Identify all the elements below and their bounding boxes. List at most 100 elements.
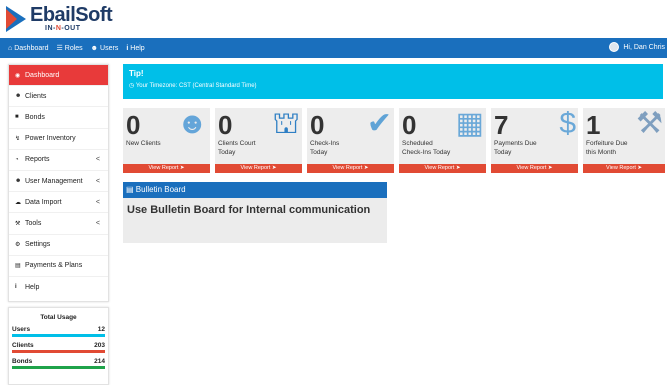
brand-subtitle: IN-N-OUT <box>45 25 81 32</box>
dashboard-icon: ◉ <box>15 72 21 79</box>
tile-value: 0 <box>402 110 417 140</box>
list-icon: ☰ <box>56 45 63 52</box>
view-report-button[interactable]: View Report ➤ <box>491 164 578 173</box>
chevron-left-icon: < <box>95 156 100 164</box>
usage-title: Total Usage <box>40 314 77 321</box>
usage-row-users: Users 12 <box>12 326 105 333</box>
tile-new-clients: 0 New Clients ☻ <box>123 108 210 164</box>
sidebar-item-help[interactable]: i Help <box>9 277 108 298</box>
sidebar-item-power-inventory[interactable]: ↯ Power Inventory <box>9 129 108 150</box>
usage-value: 12 <box>97 326 105 333</box>
tile-value: 7 <box>494 110 509 140</box>
users-group-icon: ☻ <box>176 107 208 140</box>
sidebar-item-user-management[interactable]: ☻ User Management < <box>9 171 108 193</box>
sidebar-item-tools[interactable]: ⚒ Tools < <box>9 213 108 235</box>
home-icon: ⌂ <box>8 44 13 52</box>
users-icon: ☻ <box>90 44 99 52</box>
user-group-icon: ☻ <box>15 178 22 185</box>
tip-banner: Tip! ◷ Your Timezone: CST (Central Stand… <box>123 64 663 99</box>
usage-bar-clients <box>12 350 105 353</box>
sidebar-item-dashboard[interactable]: ◉ Dashboard <box>9 65 108 87</box>
nav-label: Users <box>100 44 119 52</box>
nav-label: Roles <box>64 44 83 52</box>
bulletin-icon: ▤ <box>126 185 134 194</box>
tip-title: Tip! <box>129 69 144 78</box>
sidebar-item-data-import[interactable]: ☁ Data Import < <box>9 192 108 214</box>
brand-logo-icon <box>6 6 26 32</box>
bolt-icon: ↯ <box>15 136 21 143</box>
tile-label: Payments Due Today <box>494 140 537 156</box>
calendar-icon: ▦ <box>455 107 484 140</box>
info-icon: i <box>126 44 129 52</box>
arrow-right-icon: ➤ <box>637 165 642 171</box>
tile-value: 0 <box>310 110 325 140</box>
sidebar-item-bonds[interactable]: ■ Bonds <box>9 107 108 129</box>
brand-name: EbailSoft <box>30 4 113 26</box>
user-menu[interactable]: Hi, Dan Chris <box>609 42 665 52</box>
sidebar-item-label: Data Import <box>25 198 62 206</box>
user-greeting: Hi, Dan Chris <box>623 43 665 51</box>
tile-payments-due: 7 Payments Due Today $ <box>491 108 578 164</box>
view-report-button[interactable]: View Report ➤ <box>215 164 302 173</box>
tile-label: Check-Ins Today <box>310 140 340 156</box>
usage-label: Clients <box>12 342 34 349</box>
sidebar-item-label: Power Inventory <box>25 135 76 143</box>
tile-value: 0 <box>126 110 141 140</box>
usage-bar-bonds <box>12 366 105 369</box>
sidebar-item-payments[interactable]: ▤ Payments & Plans <box>9 256 108 277</box>
bulletin-board-header: ▤ Bulletin Board <box>123 182 387 198</box>
sidebar-item-reports[interactable]: ◔ Reports < <box>9 150 108 171</box>
sidebar-item-settings[interactable]: ⚙ Settings <box>9 235 108 256</box>
usage-value: 214 <box>94 358 105 365</box>
total-usage-panel: Total Usage Users 12 Clients 203 Bonds 2… <box>8 307 109 385</box>
usage-label: Users <box>12 326 31 333</box>
chevron-left-icon: < <box>95 198 100 206</box>
tile-check-ins: 0 Check-Ins Today ✔ <box>307 108 394 164</box>
usage-value: 203 <box>94 342 105 349</box>
tile-label: Forfeiture Due this Month <box>586 140 628 156</box>
view-report-button[interactable]: View Report ➤ <box>583 164 665 173</box>
arrow-right-icon: ➤ <box>455 165 461 171</box>
credit-card-icon: ▤ <box>15 263 21 270</box>
sidebar-item-label: Reports <box>25 156 50 164</box>
chevron-left-icon: < <box>95 219 100 227</box>
nav-users[interactable]: ☻ Users <box>91 45 119 52</box>
sidebar-item-label: Dashboard <box>25 71 60 79</box>
users-icon: ☻ <box>15 93 22 100</box>
usage-bar-users <box>12 334 105 337</box>
check-circle-icon: ✔ <box>366 107 392 140</box>
sidebar-item-label: User Management <box>25 177 83 185</box>
tile-clients-court: 0 Clients Court Today ⛫ <box>215 108 302 164</box>
tip-body: ◷ Your Timezone: CST (Central Standard T… <box>129 83 257 89</box>
sidebar-item-label: Payments & Plans <box>25 262 83 270</box>
dollar-icon: $ <box>559 107 576 140</box>
view-report-button[interactable]: View Report ➤ <box>123 164 210 173</box>
tile-scheduled-check-ins: 0 Scheduled Check-Ins Today ▦ <box>399 108 486 164</box>
sidebar-item-clients[interactable]: ☻ Clients <box>9 86 108 108</box>
chevron-left-icon: < <box>95 177 100 185</box>
arrow-right-icon: ➤ <box>179 165 185 171</box>
info-icon: i <box>15 284 17 291</box>
nav-roles[interactable]: ☰ Roles <box>56 44 83 53</box>
usage-label: Bonds <box>12 358 33 365</box>
logo-bar: EbailSoft IN-N-OUT <box>0 0 667 38</box>
tile-value: 0 <box>218 110 233 140</box>
tile-label: Clients Court Today <box>218 140 256 156</box>
avatar <box>609 42 620 52</box>
arrow-right-icon: ➤ <box>363 165 369 171</box>
cloud-upload-icon: ☁ <box>15 199 21 206</box>
nav-help[interactable]: i Help <box>126 45 144 52</box>
top-navbar: ⌂ Dashboard ☰ Roles ☻ Users i Help Hi, D… <box>0 38 667 58</box>
tile-label: Scheduled Check-Ins Today <box>402 140 451 156</box>
folder-icon: ■ <box>15 114 19 121</box>
sidebar-item-label: Tools <box>25 219 42 227</box>
nav-dashboard[interactable]: ⌂ Dashboard <box>8 45 48 52</box>
view-report-button[interactable]: View Report ➤ <box>399 164 486 173</box>
view-report-button[interactable]: View Report ➤ <box>307 164 394 173</box>
sidebar: ◉ Dashboard ☻ Clients ■ Bonds ↯ Power In… <box>8 64 109 302</box>
nav-label: Help <box>130 44 145 52</box>
sidebar-item-label: Clients <box>25 92 47 100</box>
clock-icon: ◷ <box>129 83 135 89</box>
arrow-right-icon: ➤ <box>547 165 553 171</box>
bulletin-board-body: Use Bulletin Board for Internal communic… <box>123 198 387 243</box>
